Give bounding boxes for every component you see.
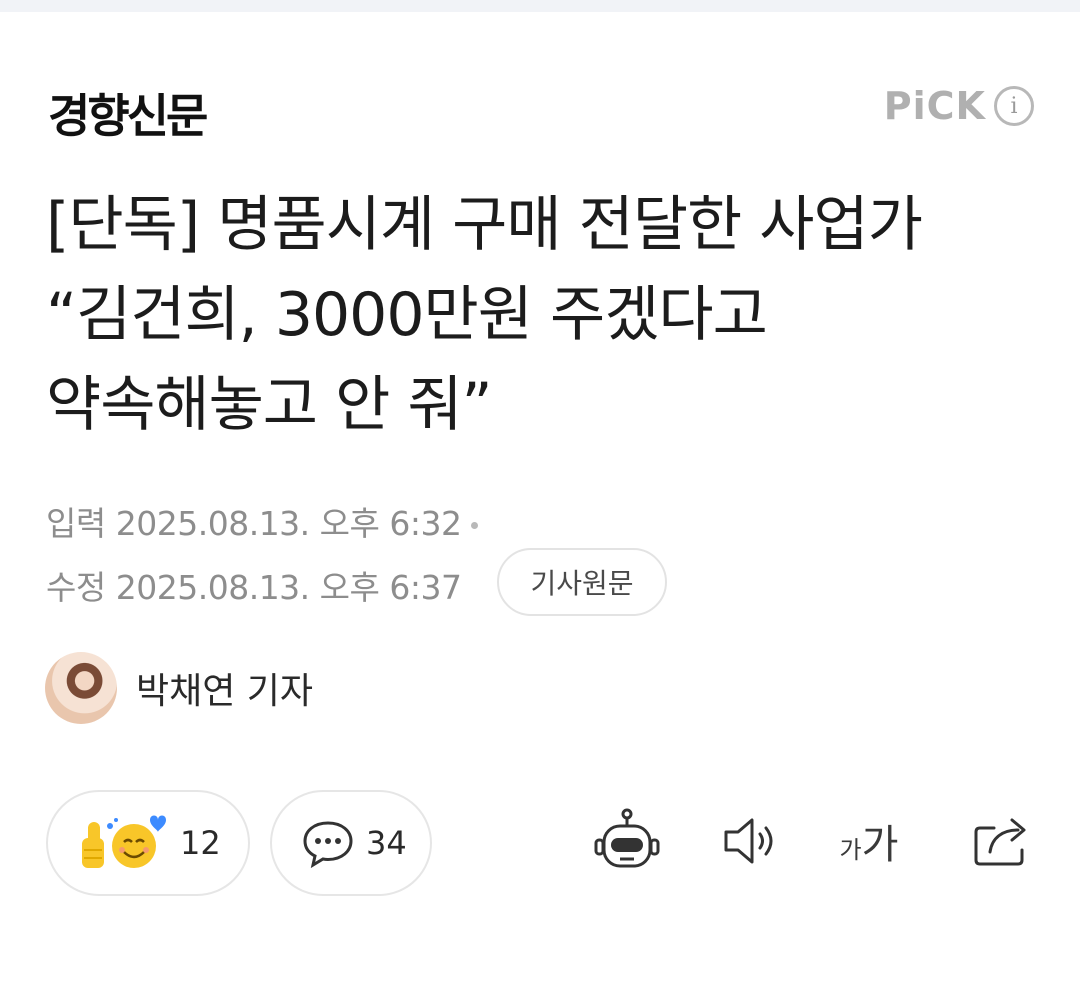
- press-logo[interactable]: 경향신문: [48, 80, 208, 146]
- modified-label: 수정: [46, 568, 106, 607]
- reaction-emoji-icon: [82, 815, 166, 868]
- status-strip: [0, 0, 1080, 12]
- modified-timestamp: 수정 2025.08.13. 오후 6:37: [46, 561, 462, 609]
- share-icon: [974, 818, 1026, 866]
- article-headline: [단독] 명품시계 구매 전달한 사업가 “김건희, 3000만원 주겠다고 약…: [46, 190, 923, 440]
- modified-time: 2025.08.13. 오후 6:37: [115, 568, 462, 607]
- info-icon[interactable]: i: [994, 86, 1034, 126]
- comment-count: 34: [366, 824, 407, 862]
- text-to-speech-button[interactable]: [716, 806, 786, 876]
- input-time: 2025.08.13. 오후 6:32: [115, 504, 462, 543]
- reporter-avatar[interactable]: [45, 652, 117, 724]
- reporter-name[interactable]: 박채연 기자: [136, 662, 313, 714]
- font-size-small-label: 가: [839, 836, 862, 864]
- share-button[interactable]: [966, 806, 1036, 876]
- pick-label: PiCK: [883, 84, 986, 128]
- reaction-count: 12: [180, 824, 221, 862]
- font-size-icon: 가가: [840, 812, 899, 870]
- font-size-button[interactable]: 가가: [834, 806, 904, 876]
- font-size-large-label: 가: [861, 822, 899, 868]
- input-label: 입력: [46, 504, 106, 543]
- original-article-button[interactable]: 기사원문: [497, 548, 667, 616]
- ai-bot-icon: [594, 808, 660, 868]
- separator-dot: [471, 522, 479, 529]
- comment-icon: [303, 821, 353, 869]
- comment-button[interactable]: 34: [270, 790, 432, 896]
- input-timestamp: 입력 2025.08.13. 오후 6:32: [46, 497, 479, 545]
- ai-summary-button[interactable]: [592, 806, 662, 876]
- speaker-icon: [724, 818, 773, 864]
- reaction-button[interactable]: 12: [46, 790, 250, 896]
- pick-badge[interactable]: PiCK i: [884, 84, 1034, 128]
